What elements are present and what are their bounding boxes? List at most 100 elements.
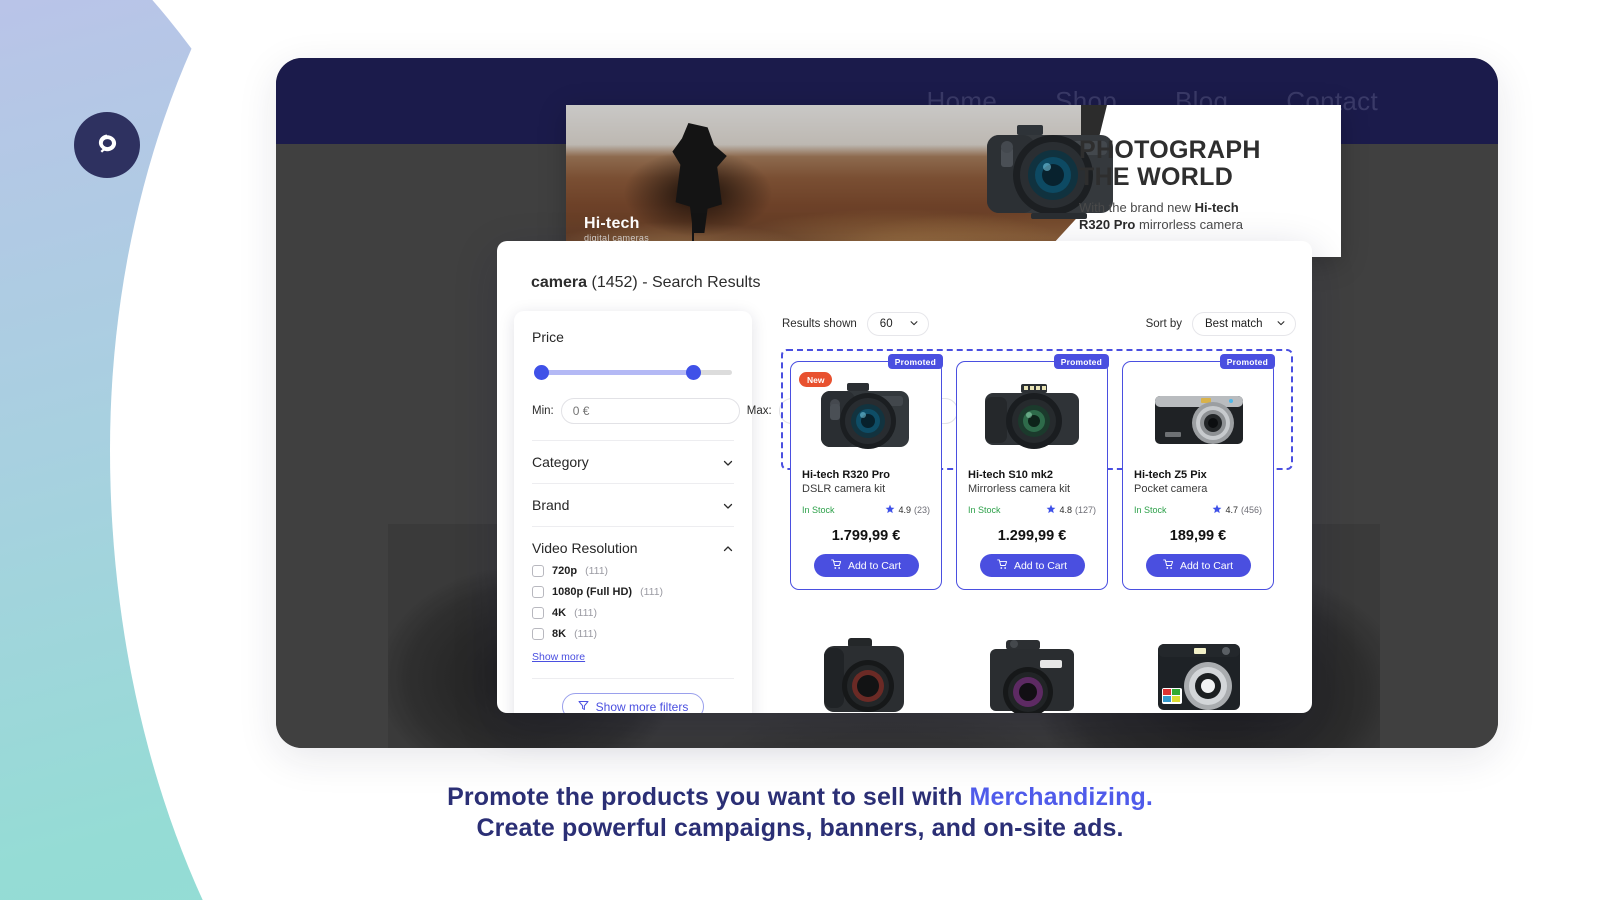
- promo-sub-bold1: Hi-tech: [1194, 200, 1239, 215]
- promo-brand-name: Hi-tech: [584, 215, 640, 232]
- stock-status: In Stock: [968, 505, 1001, 515]
- filters-panel: Price Min: Max: Category Brand: [514, 311, 958, 713]
- price-range-slider[interactable]: [534, 365, 732, 380]
- resolution-option-1080p[interactable]: 1080p (Full HD) (111): [532, 586, 734, 598]
- add-to-cart-label: Add to Cart: [1179, 559, 1234, 572]
- checkbox-icon[interactable]: [532, 586, 544, 598]
- compact-camera-icon: [990, 640, 1074, 713]
- promo-headline-line1: PHOTOGRAPH: [1079, 136, 1261, 164]
- mirrorless-camera-icon: [985, 384, 1079, 449]
- option-label: 720p: [552, 565, 578, 577]
- product-thumbnail: [1134, 377, 1262, 463]
- product-name: Hi-tech Z5 Pix: [1134, 469, 1207, 481]
- option-count: (111): [574, 628, 598, 640]
- slider-handle-min[interactable]: [534, 365, 549, 380]
- promo-sub-prefix: With the brand new: [1079, 200, 1195, 215]
- resolution-option-4k[interactable]: 4K (111): [532, 607, 734, 619]
- price-minmax-row: Min: Max:: [532, 398, 958, 424]
- review-count: (127): [1074, 505, 1096, 515]
- product-thumbnail[interactable]: [790, 636, 942, 713]
- product-meta-row: In Stock 4.9 (23): [802, 504, 930, 516]
- product-name: Hi-tech R320 Pro: [802, 469, 891, 481]
- results-shown-value: 60: [879, 318, 893, 330]
- promo-subtext: With the brand new Hi-tech R320 Pro mirro…: [1079, 199, 1319, 234]
- promo-headline-line2: THE WORLD: [1079, 163, 1234, 191]
- cart-icon: [1163, 558, 1174, 573]
- filter-section-category[interactable]: Category: [532, 440, 734, 483]
- promoted-badge: Promoted: [1219, 354, 1275, 369]
- product-meta-row: In Stock 4.8 (127): [968, 504, 1096, 516]
- brand-filter-label: Brand: [532, 497, 570, 513]
- dslr-camera-icon: [821, 383, 909, 449]
- price-min-input[interactable]: [560, 398, 740, 424]
- caption-line-2: Create powerful campaigns, banners, and …: [476, 813, 1124, 842]
- resolution-option-720p[interactable]: 720p (111): [532, 565, 734, 577]
- show-more-filters-label: Show more filters: [595, 699, 689, 714]
- product-rating: 4.9 (23): [885, 504, 930, 516]
- results-shown-label: Results shown: [782, 318, 857, 330]
- product-price: 1.299,99 €: [997, 528, 1067, 544]
- promo-brand-block: Hi-tech digital cameras: [584, 215, 649, 243]
- star-icon: [1212, 504, 1222, 516]
- video-resolution-label: Video Resolution: [532, 540, 638, 556]
- filter-section-brand[interactable]: Brand: [532, 483, 734, 526]
- stock-status: In Stock: [802, 505, 835, 515]
- add-to-cart-label: Add to Cart: [847, 559, 902, 572]
- slider-fill: [538, 370, 696, 375]
- show-more-link[interactable]: Show more: [532, 651, 585, 663]
- option-label: 8K: [552, 628, 567, 640]
- price-min-label: Min:: [532, 405, 554, 417]
- option-label: 1080p (Full HD): [552, 586, 633, 598]
- add-to-cart-button[interactable]: Add to Cart: [979, 554, 1085, 577]
- slider-handle-max[interactable]: [686, 365, 701, 380]
- price-max-label: Max:: [746, 405, 772, 417]
- show-more-filters-row: Show more filters: [532, 678, 734, 713]
- dslr-camera-icon: [824, 638, 904, 712]
- sort-by-select[interactable]: Best match: [1192, 312, 1296, 336]
- checkbox-icon[interactable]: [532, 607, 544, 619]
- video-resolution-header[interactable]: Video Resolution: [532, 540, 734, 556]
- chevron-down-icon: [1276, 318, 1286, 331]
- show-more-filters-button[interactable]: Show more filters: [561, 693, 705, 714]
- add-to-cart-button[interactable]: Add to Cart: [813, 554, 919, 577]
- checkbox-icon[interactable]: [532, 565, 544, 577]
- product-thumbnail[interactable]: [956, 636, 1108, 713]
- star-icon: [1046, 504, 1056, 516]
- results-shown-select[interactable]: 60: [866, 312, 929, 336]
- star-icon: [885, 504, 895, 516]
- resolution-option-8k[interactable]: 8K (111): [532, 628, 734, 640]
- search-results-panel: camera (1452) - Search Results Price Min…: [497, 241, 1312, 713]
- promo-banner: PHOTOGRAPH THE WORLD With the brand new …: [566, 105, 1341, 257]
- caption: Promote the products you want to sell wi…: [0, 782, 1600, 843]
- product-description: Pocket camera: [1134, 483, 1208, 495]
- option-count: (111): [585, 565, 609, 577]
- add-to-cart-button[interactable]: Add to Cart: [1145, 554, 1251, 577]
- rating-value: 4.7: [1225, 505, 1238, 515]
- caption-line1-prefix: Promote the products you want to sell wi…: [447, 783, 970, 811]
- brand-logo: [74, 112, 140, 178]
- sort-by-label: Sort by: [1145, 318, 1182, 330]
- chevron-down-icon: [722, 499, 734, 511]
- review-count: (23): [913, 505, 930, 515]
- new-badge: New: [799, 372, 833, 387]
- promo-sub-suffix: mirrorless camera: [1135, 217, 1243, 233]
- product-card[interactable]: Promoted New Hi-tech R320 Pro DSLR camer…: [790, 354, 943, 590]
- product-thumbnail[interactable]: [1122, 636, 1274, 713]
- promoted-badge: Promoted: [887, 354, 943, 369]
- chevron-down-icon: [722, 456, 734, 468]
- promoted-badge: Promoted: [1053, 354, 1109, 369]
- review-count: (456): [1240, 505, 1262, 515]
- option-label: 4K: [552, 607, 567, 619]
- chevron-up-icon: [722, 542, 734, 554]
- cart-icon: [831, 558, 842, 573]
- caption-accent-word: Merchandizing.: [969, 783, 1153, 811]
- product-price: 189,99 €: [1169, 528, 1227, 544]
- product-card[interactable]: Promoted Hi-tech Z5 Pix Pocket camera In…: [1122, 354, 1275, 590]
- checkbox-icon[interactable]: [532, 628, 544, 640]
- filter-funnel-icon: [578, 700, 589, 714]
- photographer-silhouette: [672, 123, 727, 233]
- rating-value: 4.9: [898, 505, 911, 515]
- product-description: Mirrorless camera kit: [968, 483, 1071, 495]
- product-card[interactable]: Promoted Hi-tech S10 mk2 Mirrorless came…: [956, 354, 1109, 590]
- category-filter-label: Category: [532, 454, 589, 470]
